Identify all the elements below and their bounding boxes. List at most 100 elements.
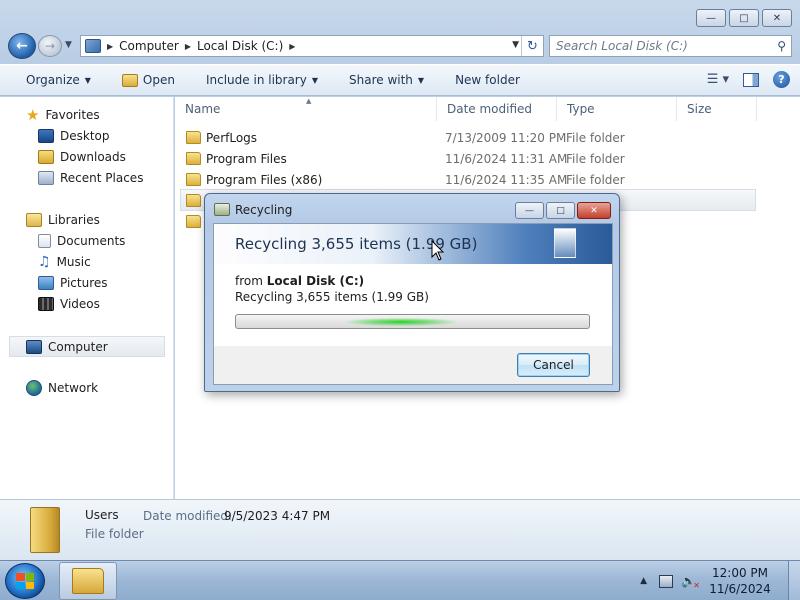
new-folder-label: New folder xyxy=(455,73,520,87)
network-icon[interactable] xyxy=(659,574,674,588)
recent-pages-dropdown[interactable]: ▼ xyxy=(65,40,72,50)
breadcrumb-separator[interactable]: ▶ xyxy=(185,42,191,51)
nav-documents[interactable]: Documents xyxy=(38,231,125,251)
nav-computer-label: Computer xyxy=(48,340,108,354)
table-row[interactable]: PerfLogs 7/13/2009 11:20 PM File folder xyxy=(175,127,800,148)
documents-icon xyxy=(38,234,51,248)
dialog-close-button[interactable]: ✕ xyxy=(577,202,611,219)
breadcrumb-separator[interactable]: ▶ xyxy=(289,42,295,51)
dialog-content: from Local Disk (C:) Recycling 3,655 ite… xyxy=(214,264,612,346)
nav-downloads[interactable]: Downloads xyxy=(38,147,126,167)
organize-menu[interactable]: Organize ▼ xyxy=(26,73,91,87)
nav-recent-places[interactable]: Recent Places xyxy=(38,168,143,188)
dialog-maximize-button[interactable]: □ xyxy=(546,202,575,219)
nav-favorites-label: Favorites xyxy=(45,108,100,122)
windows-logo-icon xyxy=(16,573,34,589)
details-modified-value: 9/5/2023 4:47 PM xyxy=(224,509,331,523)
share-with-menu[interactable]: Share with ▼ xyxy=(349,73,424,87)
breadcrumb-computer[interactable]: Computer xyxy=(119,39,179,53)
progress-indicator xyxy=(346,318,456,326)
row-type: File folder xyxy=(566,151,625,166)
folder-icon xyxy=(186,131,201,144)
pictures-icon xyxy=(38,276,54,290)
column-date-modified[interactable]: Date modified xyxy=(437,97,557,121)
show-desktop-button[interactable] xyxy=(788,561,800,600)
details-modified-label: Date modified: xyxy=(143,509,233,523)
minimize-button[interactable]: — xyxy=(696,9,726,27)
address-row: ← → ▼ ▶ Computer ▶ Local Disk (C:) ▶ ▼ ↻… xyxy=(8,33,792,59)
breadcrumb-local-disk[interactable]: Local Disk (C:) xyxy=(197,39,283,53)
nav-music[interactable]: ♫ Music xyxy=(38,252,91,272)
include-in-library-menu[interactable]: Include in library ▼ xyxy=(206,73,318,87)
search-input[interactable]: Search Local Disk (C:) ⚲ xyxy=(549,35,792,57)
network-icon xyxy=(26,380,42,396)
taskbar-explorer-button[interactable] xyxy=(59,562,117,600)
row-date: 11/6/2024 11:31 AM xyxy=(445,151,568,166)
start-button[interactable] xyxy=(5,563,45,599)
preview-pane-button[interactable] xyxy=(743,72,759,87)
table-row[interactable]: Program Files (x86) 11/6/2024 11:35 AM F… xyxy=(175,169,800,190)
new-folder-button[interactable]: New folder xyxy=(455,73,520,87)
volume-muted-icon[interactable]: 🔈 ✕ xyxy=(681,574,700,590)
clock-date: 11/6/2024 xyxy=(709,582,771,596)
chevron-down-icon: ▼ xyxy=(311,75,318,85)
taskbar: ▲ 🔈 ✕ 12:00 PM 11/6/2024 xyxy=(0,560,800,600)
breadcrumb-separator[interactable]: ▶ xyxy=(107,42,113,51)
address-bar[interactable]: ▶ Computer ▶ Local Disk (C:) ▶ ▼ ↻ xyxy=(80,35,544,57)
progress-bar xyxy=(235,314,590,329)
cancel-button[interactable]: Cancel xyxy=(517,353,590,377)
chevron-down-icon: ▼ xyxy=(84,75,91,85)
open-button[interactable]: Open xyxy=(121,73,175,87)
forward-button[interactable]: → xyxy=(38,35,62,57)
nav-downloads-label: Downloads xyxy=(60,150,126,164)
row-type: File folder xyxy=(566,130,625,145)
refresh-button[interactable]: ↻ xyxy=(521,36,543,56)
close-button[interactable]: ✕ xyxy=(762,9,792,27)
table-row[interactable]: Program Files 11/6/2024 11:31 AM File fo… xyxy=(175,148,800,169)
nav-libraries-label: Libraries xyxy=(48,213,100,227)
search-icon: ⚲ xyxy=(777,39,786,53)
libraries-icon xyxy=(26,213,42,227)
column-size[interactable]: Size xyxy=(677,97,757,121)
clock[interactable]: 12:00 PM 11/6/2024 xyxy=(706,565,774,597)
folder-icon xyxy=(186,173,201,186)
dialog-title: Recycling xyxy=(235,203,293,217)
details-pane: Users Date modified: 9/5/2023 4:47 PM Fi… xyxy=(0,499,800,560)
dialog-body: Recycling 3,655 items (1.99 GB) from Loc… xyxy=(213,223,613,385)
nav-favorites[interactable]: ★ Favorites xyxy=(26,105,100,125)
dialog-minimize-button[interactable]: — xyxy=(515,202,544,219)
folder-icon xyxy=(186,215,201,228)
nav-network[interactable]: Network xyxy=(26,378,98,398)
back-button[interactable]: ← xyxy=(8,33,36,59)
change-view-button[interactable]: ☰ ▾ xyxy=(707,72,729,87)
desktop-icon xyxy=(38,129,54,143)
address-dropdown[interactable]: ▼ xyxy=(512,40,519,50)
row-name: Program Files xyxy=(206,151,287,166)
nav-desktop[interactable]: Desktop xyxy=(38,126,110,146)
include-label: Include in library xyxy=(205,73,307,87)
folder-icon xyxy=(30,507,60,553)
open-label: Open xyxy=(142,73,175,87)
videos-icon xyxy=(38,297,54,311)
nav-videos[interactable]: Videos xyxy=(38,294,100,314)
star-icon: ★ xyxy=(26,106,40,124)
row-type: File folder xyxy=(566,172,625,187)
chevron-down-icon: ▼ xyxy=(417,75,425,85)
maximize-button[interactable]: □ xyxy=(729,9,759,27)
share-label: Share with xyxy=(349,73,413,87)
recycling-dialog: Recycling — □ ✕ Recycling 3,655 items (1… xyxy=(204,193,620,392)
help-button[interactable]: ? xyxy=(773,71,790,88)
nav-libraries[interactable]: Libraries xyxy=(26,210,100,230)
command-bar: Organize ▼ Open Include in library ▼ Sha… xyxy=(0,64,800,96)
column-type[interactable]: Type xyxy=(557,97,677,121)
column-headers: Name Date modified Type Size xyxy=(175,97,800,121)
nav-network-label: Network xyxy=(48,381,99,395)
row-name: PerfLogs xyxy=(206,130,258,145)
nav-computer[interactable]: Computer xyxy=(26,337,108,357)
show-hidden-icons-button[interactable]: ▲ xyxy=(640,576,647,586)
nav-pictures[interactable]: Pictures xyxy=(38,273,108,293)
search-placeholder: Search Local Disk (C:) xyxy=(556,39,688,53)
from-label: from xyxy=(235,274,263,288)
details-name: Users xyxy=(85,508,119,522)
navigation-pane: ★ Favorites Desktop Downloads Recent Pla… xyxy=(0,97,174,499)
